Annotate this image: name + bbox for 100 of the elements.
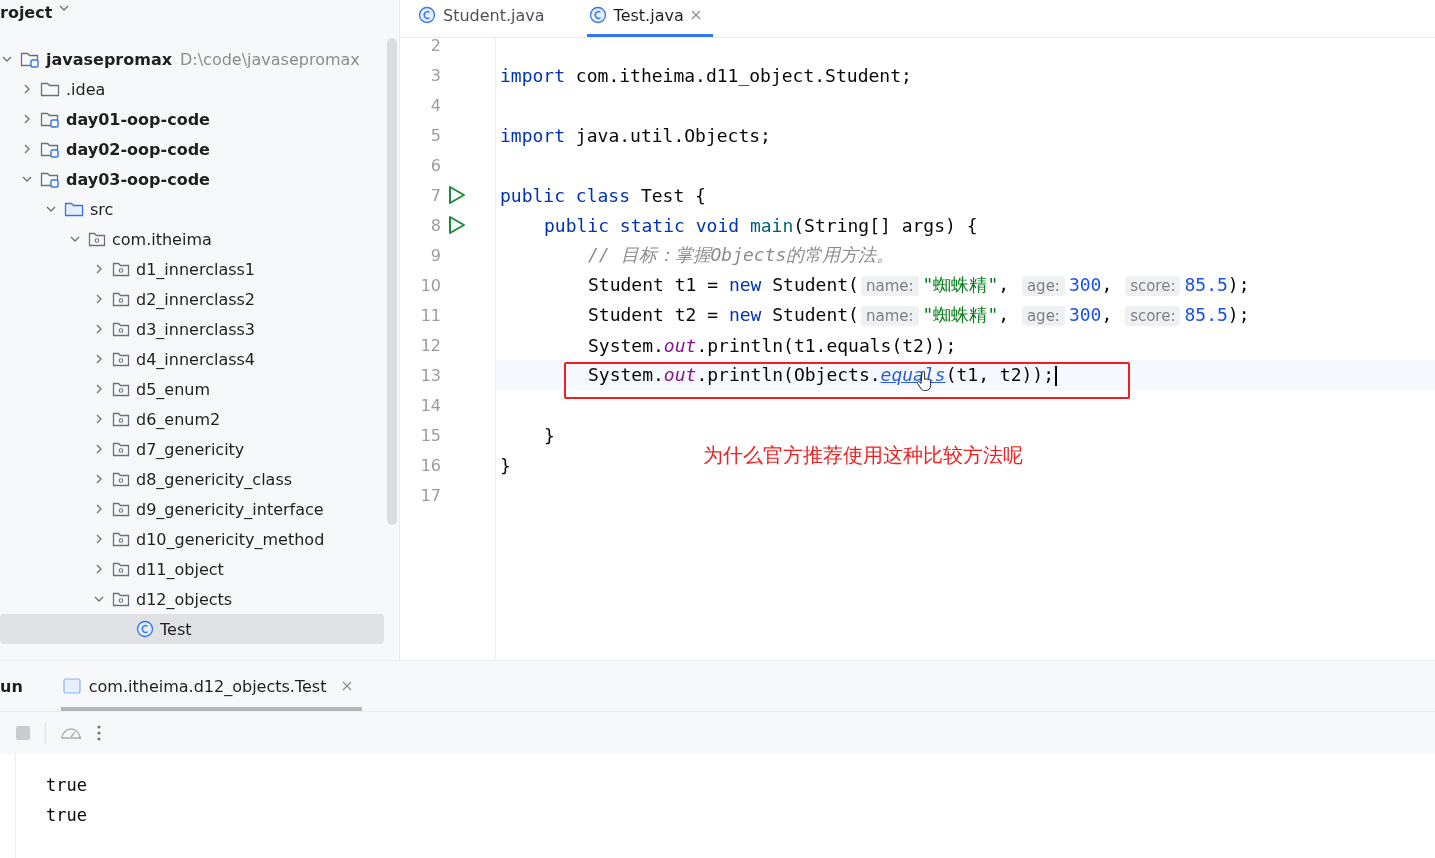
package-folder-icon [112,381,130,397]
item-label: day01-oop-code [66,109,210,129]
item-path: D:\code\javasepromax [180,49,360,69]
line-number: 9 [429,245,441,265]
item-label: day02-oop-code [66,139,210,159]
tree-item[interactable]: d1_innerclass1 [0,254,384,284]
module-folder-icon [40,170,60,188]
code-line: import java.util.Objects; [500,124,771,146]
line-number: 6 [429,155,441,175]
package-folder-icon [112,591,130,607]
line-number: 12 [419,335,441,355]
item-label: Test [160,619,192,639]
line-number: 2 [429,35,441,55]
module-folder-icon [40,140,60,158]
package-folder-icon [112,261,130,277]
tree-item[interactable]: com.itheima [0,224,384,254]
run-icon[interactable] [448,215,466,235]
code-line: } [500,454,511,476]
item-label: d2_innerclass2 [136,289,256,309]
item-label: .idea [66,79,106,99]
close-icon[interactable] [690,10,701,20]
tree-item[interactable]: d4_innerclass4 [0,344,384,374]
tree-item[interactable]: Test [0,614,384,644]
module-folder-icon [40,110,60,128]
panel-title[interactable]: roject [0,2,53,24]
package-folder-icon [112,351,130,367]
file-tab[interactable]: Student.java [416,0,557,37]
code-line: } [544,424,555,446]
package-folder-icon [112,321,130,337]
code-line: import com.itheima.d11_object.Student; [500,64,912,86]
package-folder-icon [112,441,130,457]
package-folder-icon [112,471,130,487]
tree-item[interactable]: d6_enum2 [0,404,384,434]
line-number: 16 [419,455,441,475]
class-icon [418,6,436,24]
tree-item[interactable]: src [0,194,384,224]
tree-item[interactable]: d12_objects [0,584,384,614]
panel-title[interactable]: un [0,676,23,696]
line-number: 10 [419,275,441,295]
package-folder-icon [112,411,130,427]
line-number: 3 [429,65,441,85]
package-folder-icon [88,231,106,247]
console-output: true [46,804,88,827]
tree-item[interactable]: d10_genericity_method [0,524,384,554]
line-number: 5 [429,125,441,145]
code-line: Student t1 = new Student( name: "蜘蛛精", age: 300, score: 85.5); [588,273,1250,297]
item-label: d8_genericity_class [136,469,293,489]
close-icon[interactable] [342,681,353,691]
file-tab[interactable]: Test.java [586,0,713,37]
line-number: 13 [419,365,441,385]
tree-item[interactable]: day01-oop-code [0,104,384,134]
item-label: d5_enum [136,379,211,399]
line-number: 11 [419,305,441,325]
tree-item[interactable]: d9_genericity_interface [0,494,384,524]
tree-item[interactable]: day02-oop-code [0,134,384,164]
class-icon [136,620,154,638]
item-label: day03-oop-code [66,169,210,189]
code-line: System.out.println(t1.equals(t2)); [588,334,957,356]
tree-item[interactable]: d11_object [0,554,384,584]
more-icon[interactable] [96,724,102,742]
tree-item[interactable]: day03-oop-code [0,164,384,194]
line-number: 4 [429,95,441,115]
tree-item[interactable]: d3_innerclass3 [0,314,384,344]
package-folder-icon [112,531,130,547]
item-label: d10_genericity_method [136,529,325,549]
folder-icon [64,200,84,218]
package-folder-icon [112,291,130,307]
item-label: javasepromax [46,49,172,69]
item-label: d11_object [136,559,224,579]
code-line: public class Test { [500,184,706,206]
code-line: // 目标：掌握Objects的常用方法。 [588,243,895,267]
tree-item[interactable]: d8_genericity_class [0,464,384,494]
console-window-icon [62,678,81,694]
line-number: 8 [429,215,441,235]
folder-icon [40,80,60,98]
console-output: true [46,774,88,797]
class-icon [588,6,607,24]
item-label: d3_innerclass3 [136,319,256,339]
item-label: d7_genericity [136,439,245,459]
package-folder-icon [112,561,130,577]
item-label: d4_innerclass4 [136,349,256,369]
tree-item[interactable]: d7_genericity [0,434,384,464]
line-number: 7 [429,185,441,205]
package-folder-icon [112,501,130,517]
line-number: 14 [419,395,441,415]
tree-item[interactable]: d5_enum [0,374,384,404]
item-label: src [90,199,114,219]
annotation-text: 为什么官方推荐使用这种比较方法呢 [703,442,1023,469]
tree-item[interactable]: javasepromax D:\code\javasepromax [0,44,384,74]
run-icon[interactable] [448,185,466,205]
tree-item[interactable]: d2_innerclass2 [0,284,384,314]
item-label: d9_genericity_interface [136,499,324,519]
line-number: 17 [419,485,441,505]
item-label: d12_objects [136,589,233,609]
scrollbar[interactable] [387,38,397,525]
item-label: d1_innerclass1 [136,259,256,279]
code-line: public static void main(String[] args) { [544,214,978,236]
tree-item[interactable]: .idea [0,74,384,104]
line-number: 15 [419,425,441,445]
code-line: Student t2 = new Student( name: "蜘蛛精", age: 300, score: 85.5); [588,303,1250,327]
